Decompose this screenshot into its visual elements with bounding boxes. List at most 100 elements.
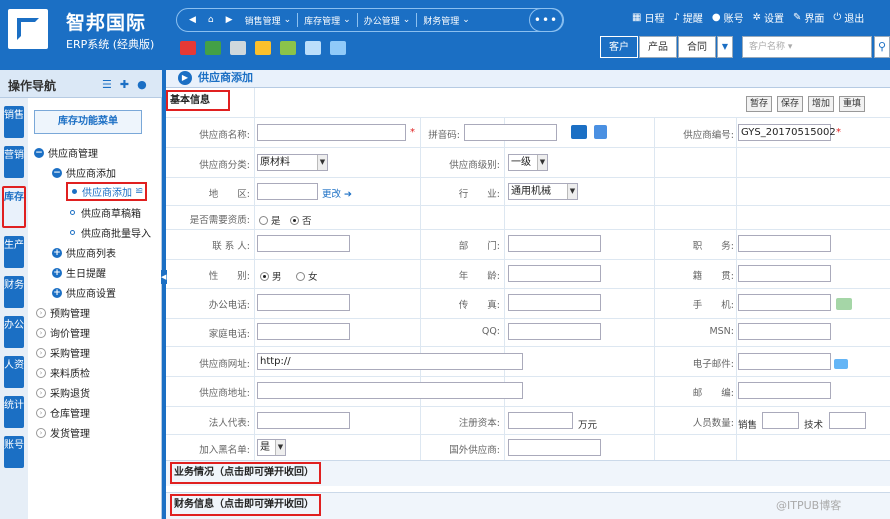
nav-finance[interactable]: 财务管理 ⌄: [417, 14, 476, 27]
account-link[interactable]: ● 账号: [712, 10, 744, 25]
search-icon[interactable]: ⚲: [874, 36, 890, 58]
industry-select[interactable]: 通用机械 ▼: [508, 183, 578, 200]
nav-sales[interactable]: 销售管理 ⌄: [239, 14, 298, 27]
back-arrow-icon[interactable]: ◀: [183, 15, 202, 25]
chevron-down-icon[interactable]: ▼: [717, 36, 733, 58]
search-tab-contract[interactable]: 合同: [678, 36, 716, 58]
category-select[interactable]: 原材料 ▼: [257, 154, 328, 171]
envelope-icon[interactable]: [834, 359, 848, 369]
blacklist-select[interactable]: 是 ▼: [257, 439, 286, 456]
department-input[interactable]: [508, 235, 601, 252]
tree-supplier-add[interactable]: − 供应商添加: [52, 165, 116, 180]
office-phone-label: 办公电话:: [208, 300, 250, 311]
vtab-marketing[interactable]: 营销: [4, 146, 24, 178]
forward-arrow-icon[interactable]: ▶: [220, 15, 239, 25]
vtab-finance[interactable]: 财务: [4, 276, 24, 308]
email-input[interactable]: [738, 353, 831, 370]
region-change-link[interactable]: 更改 ➔: [322, 186, 352, 200]
vtab-hr[interactable]: 人资: [4, 356, 24, 388]
tree-return[interactable]: › 采购退货: [36, 385, 90, 400]
tree-supplier-list[interactable]: + 供应商列表: [52, 245, 116, 260]
temp-save-button[interactable]: 暂存: [746, 96, 773, 112]
list-icon[interactable]: ☰: [102, 78, 112, 91]
vtab-account[interactable]: 账号: [4, 436, 24, 468]
origin-input[interactable]: [738, 265, 831, 282]
paw-icon[interactable]: [571, 125, 587, 139]
tree-shipping[interactable]: › 发货管理: [36, 425, 90, 440]
zip-input[interactable]: [738, 382, 831, 399]
legal-rep-input[interactable]: [257, 412, 350, 429]
google-icon[interactable]: [594, 125, 607, 139]
interface-link[interactable]: ✎ 界面: [793, 10, 824, 25]
supplier-code-input[interactable]: GYS_20170515002: [738, 124, 836, 141]
vtab-inventory[interactable]: 库存: [2, 186, 26, 228]
tree-prepurchase[interactable]: › 预购管理: [36, 305, 90, 320]
tree-qc[interactable]: › 来料质检: [36, 365, 90, 380]
qualification-no-radio[interactable]: 否: [290, 213, 312, 227]
mobile-input[interactable]: [738, 294, 831, 311]
level-select[interactable]: 一级 ▼: [508, 154, 548, 171]
gender-female-radio[interactable]: 女: [296, 269, 318, 283]
capital-input[interactable]: [508, 412, 573, 429]
address-input[interactable]: [257, 382, 523, 399]
tree-warehouse[interactable]: › 仓库管理: [36, 405, 90, 420]
home-phone-input[interactable]: [257, 323, 350, 340]
tree-inquiry[interactable]: › 询价管理: [36, 325, 90, 340]
qq-input[interactable]: [508, 323, 601, 340]
megaphone-icon[interactable]: [180, 41, 196, 55]
nav-more-button[interactable]: •••: [529, 8, 563, 32]
vtab-stats[interactable]: 统计: [4, 396, 24, 428]
mail-icon[interactable]: [255, 41, 271, 55]
staff-sales-input[interactable]: [762, 412, 799, 429]
nav-inventory[interactable]: 库存管理 ⌄: [298, 14, 357, 27]
settings-link[interactable]: ✲ 设置: [753, 10, 784, 25]
tree-birthday[interactable]: + 生日提醒: [52, 265, 106, 280]
chat-icon[interactable]: [280, 41, 296, 55]
business-section-toggle[interactable]: 业务情况（点击即可弹开收回）: [170, 462, 321, 484]
phone-icon[interactable]: [205, 41, 221, 55]
contact-input[interactable]: [257, 235, 350, 252]
document-icon[interactable]: [330, 41, 346, 55]
supplier-name-input[interactable]: [257, 124, 406, 141]
logout-link[interactable]: ⏻ 退出: [833, 10, 864, 25]
arrow-right-icon: ➔: [344, 189, 353, 200]
msn-input[interactable]: [738, 323, 831, 340]
tree-supplier-import[interactable]: 供应商批量导入: [68, 225, 151, 240]
user-icon[interactable]: ●: [137, 78, 147, 91]
reset-button[interactable]: 重填: [839, 96, 866, 112]
office-phone-input[interactable]: [257, 294, 350, 311]
calendar-link[interactable]: ▦ 日程: [632, 10, 664, 25]
gender-male-radio[interactable]: 男: [260, 269, 282, 283]
vtab-production[interactable]: 生产: [4, 236, 24, 268]
nav-office[interactable]: 办公管理 ⌄: [358, 14, 417, 27]
tree-purchase[interactable]: › 采购管理: [36, 345, 90, 360]
save-button[interactable]: 保存: [777, 96, 804, 112]
search-input[interactable]: 客户名称 ▾: [742, 36, 872, 58]
function-menu-button[interactable]: 库存功能菜单: [34, 110, 142, 134]
website-input[interactable]: http://: [257, 353, 523, 370]
foreign-supplier-input[interactable]: [508, 439, 601, 456]
fax-input[interactable]: [508, 294, 601, 311]
add-button[interactable]: 增加: [808, 96, 835, 112]
grid-icon[interactable]: [305, 41, 321, 55]
search-tab-product[interactable]: 产品: [639, 36, 677, 58]
tree-supplier-settings[interactable]: + 供应商设置: [52, 285, 116, 300]
tree-supplier-mgmt[interactable]: − 供应商管理: [34, 145, 98, 160]
tree-supplier-drafts[interactable]: 供应商草稿箱: [68, 205, 141, 220]
fax-icon[interactable]: [230, 41, 246, 55]
search-tab-customer[interactable]: 客户: [600, 36, 638, 58]
sms-icon[interactable]: [836, 298, 852, 310]
staff-tech-input[interactable]: [829, 412, 866, 429]
age-input[interactable]: [508, 265, 601, 282]
reminder-link[interactable]: ♪ 提醒: [673, 10, 702, 25]
position-input[interactable]: [738, 235, 831, 252]
vtab-office[interactable]: 办公: [4, 316, 24, 348]
finance-section-toggle[interactable]: 财务信息（点击即可弹开收回）: [170, 494, 321, 516]
wrench-icon[interactable]: ✚: [120, 78, 129, 91]
tree-supplier-add-selected[interactable]: 供应商添加 ≌: [66, 182, 148, 201]
vtab-sales[interactable]: 销售: [4, 106, 24, 138]
home-icon[interactable]: ⌂: [202, 15, 220, 25]
region-input[interactable]: [257, 183, 318, 200]
qualification-yes-radio[interactable]: 是: [259, 213, 281, 227]
pinyin-input[interactable]: [464, 124, 557, 141]
